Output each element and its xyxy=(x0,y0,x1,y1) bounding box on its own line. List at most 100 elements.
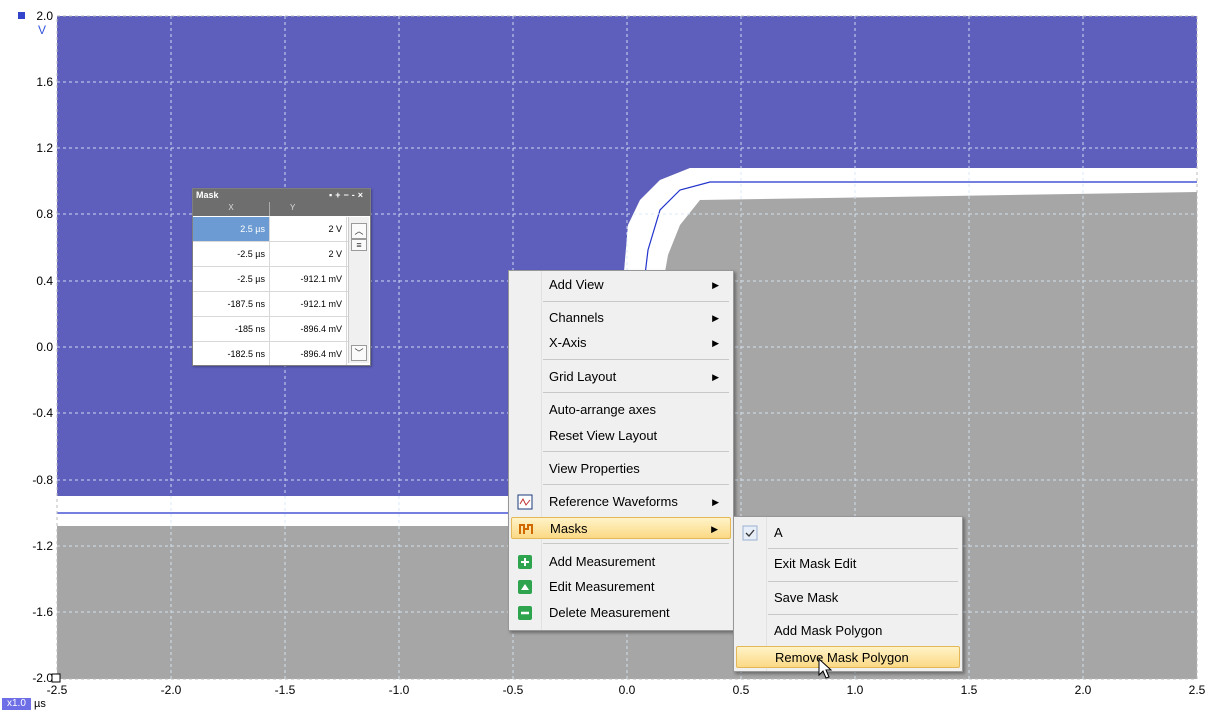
menu-item-reset-view-layout[interactable]: Reset View Layout xyxy=(511,425,731,447)
y-tick-label: 1.2 xyxy=(36,141,53,155)
menu-item-reference-waveforms[interactable]: Reference Waveforms ▶ xyxy=(511,491,731,513)
menu-item-label: Reference Waveforms xyxy=(549,494,678,509)
x-tick-label: 0.5 xyxy=(733,683,750,697)
scroll-up-button[interactable]: ︿ xyxy=(351,223,367,239)
x-tick-label: -1.0 xyxy=(389,683,410,697)
menu-item-add-measurement[interactable]: Add Measurement xyxy=(511,551,731,573)
mask-y-cell[interactable]: -896.4 mV xyxy=(270,342,347,365)
y-tick-label: 0.8 xyxy=(36,207,53,221)
x-tick-label: -0.5 xyxy=(503,683,524,697)
menu-item-grid-layout[interactable]: Grid Layout ▶ xyxy=(511,366,731,388)
close-icon[interactable]: × xyxy=(358,190,366,200)
mouse-cursor-icon xyxy=(818,657,834,680)
menu-item-delete-measurement[interactable]: Delete Measurement xyxy=(511,602,731,624)
mask-table-row[interactable]: 2.5 µs 2 V xyxy=(193,217,348,242)
x-axis-unit: µs xyxy=(34,698,46,710)
menu-item-view-properties[interactable]: View Properties xyxy=(511,458,731,480)
checkmark-icon xyxy=(742,525,758,541)
add-measurement-icon xyxy=(517,554,533,570)
x-tick-label: 1.5 xyxy=(961,683,978,697)
mask-table-window[interactable]: Mask ▪+−-× X Y 2.5 µs 2 V -2.5 µs 2 V -2.5 µ… xyxy=(192,188,371,366)
x-tick-label: 2.0 xyxy=(1075,683,1092,697)
submenu-arrow-icon: ▶ xyxy=(712,280,719,290)
menu-separator xyxy=(543,301,729,302)
mask-table-row[interactable]: -182.5 ns -896.4 mV xyxy=(193,342,348,365)
mask-x-cell[interactable]: -2.5 µs xyxy=(193,242,270,266)
x-tick-label: 2.5 xyxy=(1189,683,1206,697)
menu-separator xyxy=(543,543,729,544)
menu-item-label: Masks xyxy=(550,521,588,536)
menu-item-label: Delete Measurement xyxy=(549,605,670,620)
mask-table-row[interactable]: -2.5 µs -912.1 mV xyxy=(193,267,348,292)
mask-table-scrollbar[interactable]: ︿ ≡ ﹀ xyxy=(348,217,369,363)
mask-x-cell[interactable]: -182.5 ns xyxy=(193,342,270,365)
x-tick-label: 0.0 xyxy=(619,683,636,697)
menu-separator xyxy=(543,359,729,360)
y-axis-unit: V xyxy=(38,23,46,37)
menu-separator xyxy=(543,484,729,485)
submenu-item-a[interactable]: A xyxy=(736,522,960,544)
y-tick-label: -1.6 xyxy=(32,605,53,619)
submenu-item-label: A xyxy=(774,525,783,540)
menu-item-label: Reset View Layout xyxy=(549,428,658,443)
scroll-thumb[interactable]: ≡ xyxy=(351,239,367,251)
reference-waveforms-icon xyxy=(517,494,533,510)
delete-measurement-icon xyxy=(517,605,533,621)
origin-handle[interactable] xyxy=(51,673,61,683)
menu-item-channels[interactable]: Channels ▶ xyxy=(511,307,731,329)
x-axis-tick-labels: -2.5 -2.0 -1.5 -1.0 -0.5 0.0 0.5 1.0 1.5 2.0 2.5 xyxy=(47,683,1206,697)
mask-y-cell[interactable]: 2 V xyxy=(270,217,347,241)
mask-y-cell[interactable]: 2 V xyxy=(270,242,347,266)
mask-x-cell[interactable]: -2.5 µs xyxy=(193,267,270,291)
menu-item-auto-arrange-axes[interactable]: Auto-arrange axes xyxy=(511,399,731,421)
column-header-y: Y xyxy=(290,203,296,212)
mask-y-cell[interactable]: -896.4 mV xyxy=(270,317,347,341)
y-tick-label: -1.2 xyxy=(32,539,53,553)
mask-table-row[interactable]: -187.5 ns -912.1 mV xyxy=(193,292,348,317)
scroll-down-button[interactable]: ﹀ xyxy=(351,345,367,361)
submenu-arrow-icon: ▶ xyxy=(712,313,719,323)
menu-item-x-axis[interactable]: X-Axis ▶ xyxy=(511,332,731,354)
mask-y-cell[interactable]: -912.1 mV xyxy=(270,292,347,316)
mask-x-cell[interactable]: 2.5 µs xyxy=(193,217,270,241)
submenu-item-label: Add Mask Polygon xyxy=(774,623,883,638)
y-tick-label: -0.8 xyxy=(32,473,53,487)
mask-x-cell[interactable]: -187.5 ns xyxy=(193,292,270,316)
menu-item-label: Channels xyxy=(549,310,604,325)
x-tick-label: -2.0 xyxy=(161,683,182,697)
menu-separator xyxy=(543,451,729,452)
submenu-item-add-mask-polygon[interactable]: Add Mask Polygon xyxy=(736,620,960,642)
context-menu: Add View ▶ Channels ▶ X-Axis ▶ Grid Layout ▶ Aut… xyxy=(508,270,734,631)
menu-item-label: Grid Layout xyxy=(549,369,617,384)
mask-table-row[interactable]: -2.5 µs 2 V xyxy=(193,242,348,267)
x-tick-label: -1.5 xyxy=(275,683,296,697)
menu-separator xyxy=(543,392,729,393)
submenu-item-remove-mask-polygon[interactable]: Remove Mask Polygon xyxy=(736,646,960,668)
remove-icon[interactable]: − xyxy=(343,190,351,200)
channel-a-marker xyxy=(18,12,25,19)
x-tick-label: 1.0 xyxy=(847,683,864,697)
menu-item-label: Edit Measurement xyxy=(549,579,655,594)
y-tick-label: -0.4 xyxy=(32,406,53,420)
mask-table-title: Mask xyxy=(196,190,219,200)
submenu-arrow-icon: ▶ xyxy=(712,338,719,348)
mask-table-title-bar[interactable]: Mask ▪+−-× xyxy=(193,189,370,202)
menu-item-masks[interactable]: Masks ▶ xyxy=(511,517,731,539)
menu-item-add-view[interactable]: Add View ▶ xyxy=(511,274,731,296)
x-tick-label: -2.5 xyxy=(47,683,68,697)
column-header-x: X xyxy=(193,202,270,216)
y-tick-label: 2.0 xyxy=(36,9,53,23)
mask-table-row[interactable]: -185 ns -896.4 mV xyxy=(193,317,348,342)
submenu-item-exit-mask-edit[interactable]: Exit Mask Edit xyxy=(736,553,960,575)
menu-item-label: Add Measurement xyxy=(549,554,656,569)
menu-item-label: Add View xyxy=(549,277,604,292)
mask-y-cell[interactable]: -912.1 mV xyxy=(270,267,347,291)
mask-x-cell[interactable]: -185 ns xyxy=(193,317,270,341)
submenu-item-save-mask[interactable]: Save Mask xyxy=(736,587,960,609)
y-tick-label: 0.0 xyxy=(36,340,53,354)
mask-table-rows: 2.5 µs 2 V -2.5 µs 2 V -2.5 µs -912.1 mV -187.… xyxy=(193,217,348,365)
menu-item-edit-measurement[interactable]: Edit Measurement xyxy=(511,576,731,598)
menu-item-label: Auto-arrange axes xyxy=(549,402,656,417)
submenu-arrow-icon: ▶ xyxy=(712,372,719,382)
zoom-badge[interactable]: x1.0 xyxy=(2,698,31,710)
